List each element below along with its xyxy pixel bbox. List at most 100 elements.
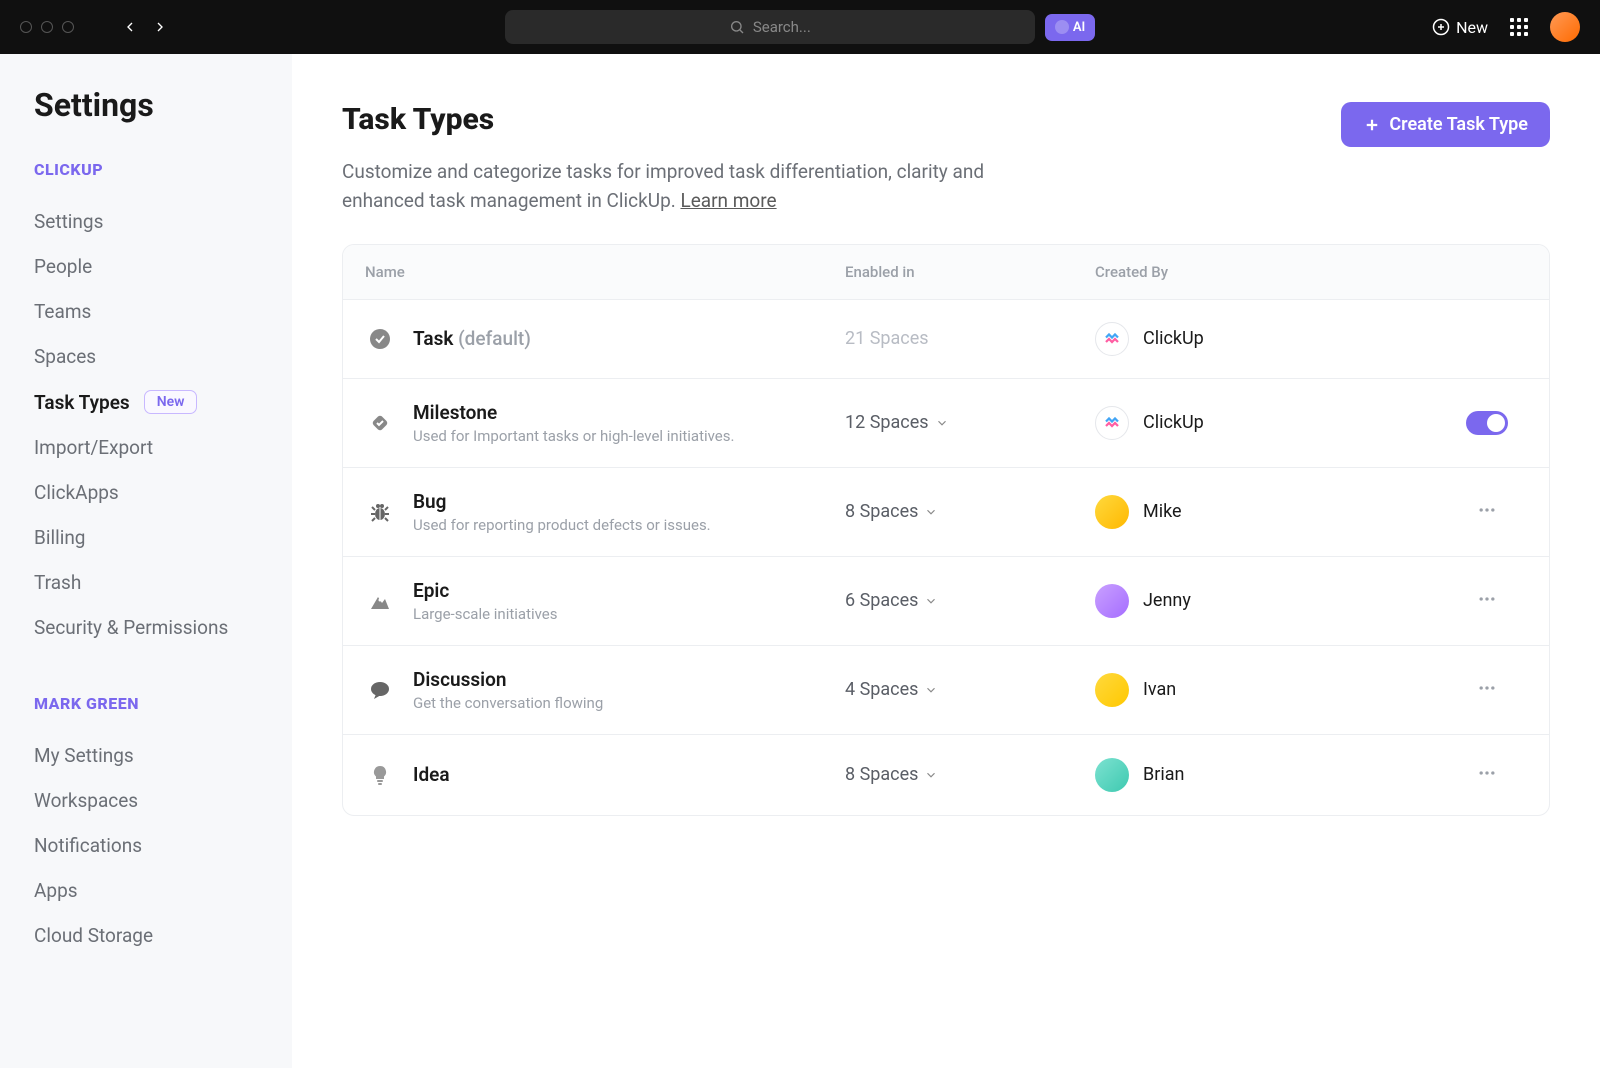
new-button[interactable]: New [1432,18,1488,37]
sidebar-item-workspaces[interactable]: Workspaces [34,778,258,823]
search-wrap: Search... AI [186,10,1414,44]
chevron-down-icon [924,683,938,697]
task-type-description: Large-scale initiatives [413,605,558,623]
sidebar-item-my-settings[interactable]: My Settings [34,733,258,778]
more-horizontal-icon [1477,763,1497,783]
search-input[interactable]: Search... [505,10,1035,44]
creator-avatar [1095,584,1129,618]
clickup-logo-icon [1095,406,1129,440]
sidebar-title: Settings [34,86,258,124]
created-by-cell: Jenny [1095,584,1447,618]
enabled-in-cell[interactable]: 6 Spaces [845,590,1095,611]
task-type-name: Bug [413,490,711,513]
topbar: Search... AI New [0,0,1600,54]
created-by-cell: Ivan [1095,673,1447,707]
row-actions-button[interactable] [1471,494,1503,530]
table-row[interactable]: Milestone Used for Important tasks or hig… [343,378,1549,467]
task-type-name: Epic [413,579,558,602]
plus-circle-icon [1432,18,1450,36]
col-name: Name [365,263,845,281]
sidebar-item-cloud-storage[interactable]: Cloud Storage [34,913,258,958]
task-type-description: Used for reporting product defects or is… [413,516,711,534]
created-by-cell: ClickUp [1095,322,1447,356]
enable-toggle[interactable] [1466,411,1508,435]
sidebar-section-user: MARK GREEN [34,694,258,713]
nav-arrows [122,19,168,35]
page-subtitle: Customize and categorize tasks for impro… [342,157,1062,216]
page-title: Task Types [342,102,494,137]
table-row[interactable]: Discussion Get the conversation flowing 4 … [343,645,1549,734]
creator-avatar [1095,673,1129,707]
more-horizontal-icon [1477,678,1497,698]
more-horizontal-icon [1477,500,1497,520]
mountain-icon [365,586,395,616]
chevron-down-icon [924,505,938,519]
main-content: Task Types Create Task Type Customize an… [292,54,1600,1068]
sidebar-item-task-types[interactable]: Task TypesNew [34,379,258,425]
check-circle-icon [365,324,395,354]
enabled-in-cell[interactable]: 8 Spaces [845,764,1095,785]
sidebar-item-import-export[interactable]: Import/Export [34,425,258,470]
table-row[interactable]: Idea 8 SpacesBrian [343,734,1549,815]
created-by-cell: Brian [1095,758,1447,792]
ai-button[interactable]: AI [1045,14,1095,41]
learn-more-link[interactable]: Learn more [680,189,776,212]
created-by-cell: Mike [1095,495,1447,529]
create-task-type-button[interactable]: Create Task Type [1341,102,1550,147]
task-types-table: Name Enabled in Created By Task (default… [342,244,1550,816]
sidebar-item-notifications[interactable]: Notifications [34,823,258,868]
enabled-in-cell[interactable]: 12 Spaces [845,412,1095,433]
row-actions-button[interactable] [1471,583,1503,619]
user-avatar[interactable] [1550,12,1580,42]
more-horizontal-icon [1477,589,1497,609]
task-type-name: Milestone [413,401,734,424]
chevron-down-icon [935,416,949,430]
row-actions-button[interactable] [1471,757,1503,793]
creator-avatar [1095,758,1129,792]
chat-icon [365,675,395,705]
nav-back-icon[interactable] [122,19,138,35]
topbar-right: New [1432,12,1580,42]
window-controls [20,21,74,33]
sidebar-item-apps[interactable]: Apps [34,868,258,913]
task-type-description: Get the conversation flowing [413,694,603,712]
chevron-down-icon [924,768,938,782]
table-row[interactable]: Epic Large-scale initiatives 6 SpacesJenny [343,556,1549,645]
enabled-in-cell[interactable]: 4 Spaces [845,679,1095,700]
sidebar-item-security-permissions[interactable]: Security & Permissions [34,605,258,650]
task-type-name: Idea [413,763,450,786]
sidebar-item-clickapps[interactable]: ClickApps [34,470,258,515]
ai-icon [1055,20,1069,34]
plus-icon [1363,116,1381,134]
sidebar-item-billing[interactable]: Billing [34,515,258,560]
table-header: Name Enabled in Created By [343,245,1549,299]
traffic-max[interactable] [62,21,74,33]
sidebar-item-trash[interactable]: Trash [34,560,258,605]
table-row[interactable]: Bug Used for reporting product defects or… [343,467,1549,556]
diamond-icon [365,408,395,438]
traffic-close[interactable] [20,21,32,33]
search-icon [729,19,745,35]
bulb-icon [365,760,395,790]
col-enabled: Enabled in [845,263,1095,281]
bug-icon [365,497,395,527]
task-type-name: Discussion [413,668,603,691]
traffic-min[interactable] [41,21,53,33]
created-by-cell: ClickUp [1095,406,1447,440]
nav-forward-icon[interactable] [152,19,168,35]
sidebar-item-teams[interactable]: Teams [34,289,258,334]
task-type-description: Used for Important tasks or high-level i… [413,427,734,445]
enabled-in-cell[interactable]: 8 Spaces [845,501,1095,522]
apps-grid-icon[interactable] [1510,18,1528,36]
table-row[interactable]: Task (default)21 SpacesClickUp [343,299,1549,378]
new-badge: New [144,390,198,414]
row-actions-button[interactable] [1471,672,1503,708]
chevron-down-icon [924,594,938,608]
search-placeholder: Search... [753,18,811,36]
clickup-logo-icon [1095,322,1129,356]
col-creator: Created By [1095,263,1447,281]
sidebar-item-people[interactable]: People [34,244,258,289]
sidebar-item-spaces[interactable]: Spaces [34,334,258,379]
task-type-name: Task (default) [413,327,531,350]
sidebar-item-settings[interactable]: Settings [34,199,258,244]
